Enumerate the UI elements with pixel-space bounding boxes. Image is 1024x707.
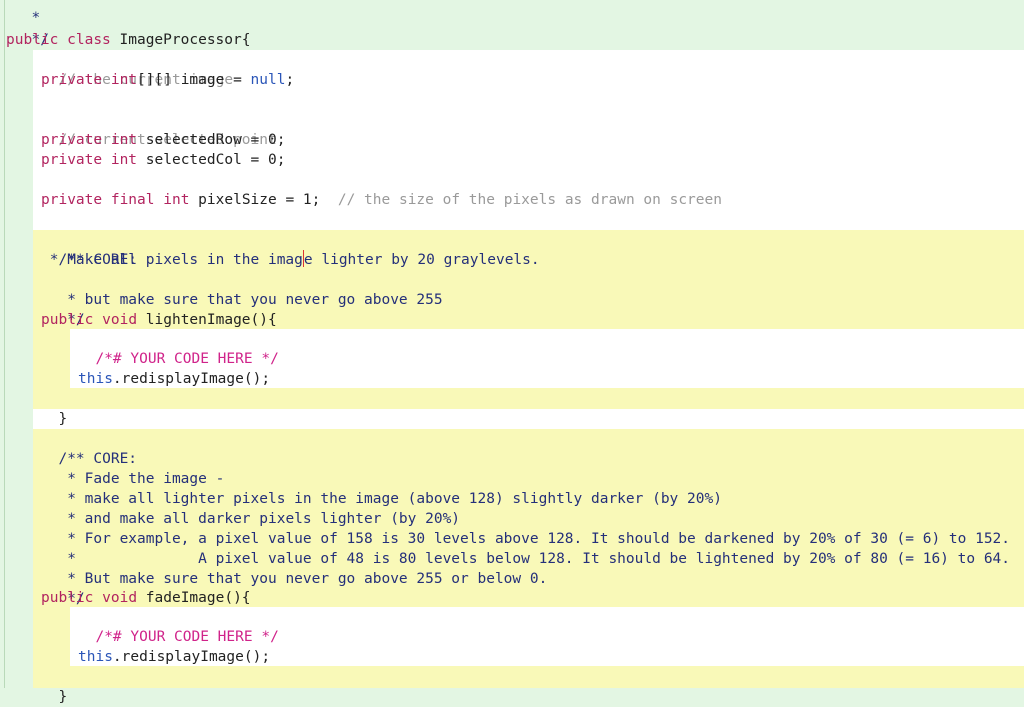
code-placeholder[interactable]: /*# YOUR CODE HERE */ [95, 351, 278, 367]
blank-gap [33, 409, 1024, 429]
keyword-int: int [163, 192, 190, 208]
keyword-private: private [41, 152, 103, 168]
closing-brace: } [58, 411, 68, 427]
selected-col-line: private int selectedCol = 0; [41, 150, 285, 170]
field-decl: selectedCol = 0; [137, 152, 286, 168]
code-editor[interactable]: { "code": { "star_fragment": "*", "close… [0, 0, 1024, 705]
keyword-int: int [110, 152, 138, 168]
keyword-class: class [67, 32, 111, 48]
keyword-private: private [41, 72, 103, 88]
method-call: .redisplayImage(); [112, 371, 271, 387]
code-placeholder-line[interactable]: /*# YOUR CODE HERE */ [78, 607, 278, 645]
doc-comment-line[interactable]: * Make all pixels in the image lighter b… [41, 250, 540, 270]
doc-comment-line: * For example, a pixel value of 158 is 3… [41, 509, 1010, 547]
doc-comment-line: */ [41, 290, 84, 328]
doc-comment-line: * make all lighter pixels in the image (… [41, 469, 722, 507]
redisplay-call-line: this.redisplayImage(); [78, 647, 270, 667]
keyword-public: public [6, 32, 59, 48]
keyword-void: void [102, 312, 138, 328]
semicolon: ; [285, 72, 295, 88]
keyword-this: this [78, 371, 113, 387]
array-brackets: [][] [137, 72, 172, 88]
doc-comment-text: * but make sure that you never go above … [58, 292, 443, 308]
field-decl: selectedRow = 0; [137, 132, 286, 148]
keyword-public: public [41, 312, 94, 328]
doc-comment-line: */ [41, 569, 84, 607]
doc-comment-line: * and make all darker pixels lighter (by… [41, 489, 460, 527]
class-name: ImageProcessor{ [119, 32, 251, 48]
field-decl: image = [171, 72, 251, 88]
doc-comment-line: * A pixel value of 48 is 80 levels below… [41, 529, 1010, 567]
code-line: * [14, 0, 40, 26]
keyword-this: this [78, 649, 113, 665]
code-placeholder-line[interactable]: /*# YOUR CODE HERE */ [78, 329, 278, 367]
code-placeholder[interactable]: /*# YOUR CODE HERE */ [95, 629, 278, 645]
doc-comment-text: * But make sure that you never go above … [58, 571, 548, 587]
doc-comment-line: * But make sure that you never go above … [41, 549, 547, 587]
keyword-public: public [41, 590, 94, 606]
closing-brace: } [58, 689, 68, 705]
code-line: // the current image [41, 50, 233, 88]
pixel-size-line: private final int pixelSize = 1; // the … [41, 190, 722, 210]
keyword-void: void [102, 590, 138, 606]
line-comment: // the size of the pixels as drawn on sc… [337, 192, 722, 208]
keyword-final: final [110, 192, 155, 208]
gutter-line [4, 0, 5, 688]
method-name: fadeImage(){ [137, 590, 251, 606]
doc-comment-text: e lighter by 20 graylevels. [303, 252, 540, 268]
code-line: // current selected point [41, 110, 276, 148]
method-name: lightenImage(){ [137, 312, 277, 328]
image-field-line: private int[][] image = null; [41, 70, 294, 90]
keyword-private: private [41, 192, 103, 208]
method-call: .redisplayImage(); [112, 649, 271, 665]
method-signature-line: public void lightenImage(){ [41, 310, 277, 330]
doc-comment-text: * Make all pixels in the imag [41, 252, 303, 268]
doc-comment-line: /** CORE: [41, 230, 137, 268]
keyword-private: private [41, 132, 103, 148]
code-line: */ [14, 10, 48, 48]
closing-brace-line: } [41, 389, 67, 427]
class-declaration-line: public class ImageProcessor{ [6, 30, 250, 50]
redisplay-call-line: this.redisplayImage(); [78, 369, 270, 389]
doc-comment-line: * but make sure that you never go above … [41, 270, 442, 308]
selected-row-line: private int selectedRow = 0; [41, 130, 285, 150]
literal-null: null [250, 72, 286, 88]
field-decl: pixelSize = 1; [189, 192, 321, 208]
keyword-int: int [110, 132, 138, 148]
doc-comment-line: * Fade the image - [41, 449, 224, 487]
closing-brace-line: } [41, 667, 67, 705]
keyword-int: int [110, 72, 138, 88]
method-signature-line: public void fadeImage(){ [41, 588, 251, 608]
doc-comment-line: /** CORE: [41, 429, 137, 467]
